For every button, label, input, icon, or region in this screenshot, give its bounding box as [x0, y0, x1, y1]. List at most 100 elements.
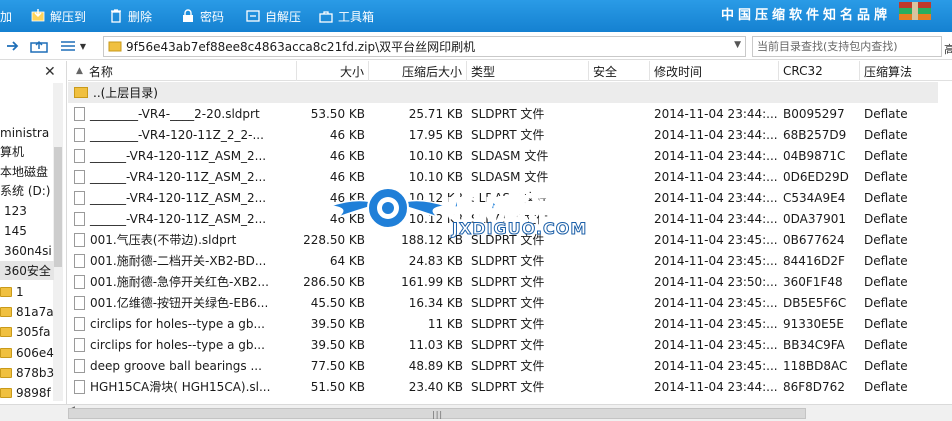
- tree-item-label: 81a7a: [16, 304, 54, 319]
- extract-to-icon: [31, 9, 45, 22]
- file-time-text: 2014-11-04 23:45:...: [654, 253, 778, 268]
- chevron-down-icon[interactable]: ▼: [734, 40, 741, 50]
- tree-item[interactable]: 145: [4, 221, 27, 240]
- column-header-label: 修改时间: [654, 64, 703, 79]
- tree-item-selected[interactable]: 360安全: [0, 261, 54, 280]
- column-header-security[interactable]: 安全: [589, 61, 650, 81]
- file-icon: [74, 274, 85, 289]
- extract-to-button[interactable]: 解压到: [30, 0, 86, 32]
- tree-item[interactable]: 本地磁盘: [0, 162, 48, 181]
- tree-item[interactable]: 360n4si: [4, 241, 52, 260]
- file-row[interactable]: 001.施耐德-二档开关-XB2-BD... 64 KB 24.83 KB SLDPR…: [68, 250, 938, 271]
- file-method-text: Deflate: [864, 379, 908, 394]
- file-name-text: ______-VR4-120-11Z_ASM_2...: [90, 169, 267, 184]
- add-button[interactable]: 加: [0, 0, 12, 32]
- file-cell-name: 001.施耐德-二档开关-XB2-BD...: [70, 250, 299, 271]
- up-folder-button[interactable]: [28, 37, 50, 55]
- file-method-text: Deflate: [864, 148, 908, 163]
- file-cell-type: SLDPRT 文件: [467, 103, 589, 124]
- view-mode-button[interactable]: ▼: [58, 37, 88, 55]
- file-type-text: SLDPRT 文件: [471, 380, 545, 394]
- search-input[interactable]: [752, 36, 942, 57]
- file-row[interactable]: circlips for holes--type a gb... 39.50 KB…: [68, 313, 938, 334]
- file-row[interactable]: ________-VR4-120-11Z_2_2-... 46 KB 17.95 K…: [68, 124, 938, 145]
- tree-item[interactable]: 1: [0, 282, 24, 301]
- file-cell-time: 2014-11-04 23:44:...: [650, 376, 779, 397]
- tree-item-label: 123: [4, 203, 27, 218]
- self-extract-button[interactable]: 自解压: [245, 0, 301, 32]
- file-method-text: Deflate: [864, 337, 908, 352]
- brand-slogan: 中国压缩软件知名品牌: [721, 7, 892, 23]
- file-name-text: ________-VR4-120-11Z_2_2-...: [90, 127, 264, 142]
- file-crc-text: B0095297: [783, 106, 845, 121]
- tree-item[interactable]: 878b3: [0, 363, 54, 382]
- file-row[interactable]: HGH15CA滑块( HGH15CA).sl... 51.50 KB 23.40 K…: [68, 376, 938, 397]
- tree-item-label: 1: [16, 284, 24, 299]
- path-field[interactable]: 9f56e43ab7ef88ee8c4863acca8c21fd.zip\双平台…: [103, 36, 746, 57]
- file-row[interactable]: 001.亿维德-按钮开关绿色-EB6... 45.50 KB 16.34 KB SLD…: [68, 292, 938, 313]
- file-cell-type: SLDPRT 文件: [467, 355, 589, 376]
- file-icon: [74, 316, 85, 331]
- file-cell-crc: C534A9E4: [779, 187, 860, 208]
- folder-icon: [0, 286, 12, 297]
- password-label: 密码: [200, 9, 225, 24]
- file-cell-type: SLDPRT 文件: [467, 334, 589, 355]
- column-header-crc32[interactable]: CRC32: [779, 61, 860, 81]
- file-name-text: 001.施耐德-二档开关-XB2-BD...: [90, 254, 267, 268]
- file-cell-crc: DB5E5F6C: [779, 292, 860, 313]
- tree-item[interactable]: 123: [4, 201, 27, 220]
- tree-item[interactable]: ministra: [0, 123, 49, 142]
- horizontal-scrollbar[interactable]: ◀ |||: [0, 404, 952, 421]
- tree-item[interactable]: 算机: [0, 142, 24, 161]
- file-type-text: SLDASM 文件: [471, 149, 549, 163]
- tree-scrollbar-thumb[interactable]: [54, 147, 62, 267]
- file-row[interactable]: circlips for holes--type a gb... 39.50 KB…: [68, 334, 938, 355]
- file-crc-text: BB34C9FA: [783, 337, 845, 352]
- close-icon[interactable]: ✕: [44, 64, 56, 80]
- file-row[interactable]: 001.施耐德-急停开关红色-XB2... 286.50 KB 161.99 KB S…: [68, 271, 938, 292]
- file-crc-text: DB5E5F6C: [783, 295, 847, 310]
- tree-item[interactable]: 9898f: [0, 383, 51, 402]
- advanced-search-button[interactable]: 高: [944, 41, 952, 57]
- folder-icon: [0, 347, 12, 358]
- parent-directory-row[interactable]: ..(上层目录): [68, 82, 938, 103]
- delete-button[interactable]: 删除: [108, 0, 152, 32]
- file-cell-crc: 68B257D9: [779, 124, 860, 145]
- file-method-text: Deflate: [864, 295, 908, 310]
- file-size-text: 45.50 KB: [310, 295, 365, 310]
- column-header-name[interactable]: ▲ 名称: [68, 61, 297, 81]
- file-row[interactable]: deep groove ball bearings ... 77.50 KB 48.…: [68, 355, 938, 376]
- file-icon: [74, 337, 85, 352]
- back-button[interactable]: [2, 37, 24, 55]
- tree-item[interactable]: 606e4: [0, 343, 54, 362]
- tree-item[interactable]: 305fa: [0, 322, 50, 341]
- column-header-type[interactable]: 类型: [467, 61, 589, 81]
- column-header-packed[interactable]: 压缩后大小: [369, 61, 467, 81]
- file-icon: [74, 148, 85, 163]
- file-row[interactable]: ________-VR4-____2-20.sldprt 53.50 KB 25.7…: [68, 103, 938, 124]
- delete-label: 删除: [128, 9, 153, 24]
- file-cell-crc: 04B9871C: [779, 145, 860, 166]
- tree-item[interactable]: 81a7a: [0, 302, 54, 321]
- password-button[interactable]: 密码: [180, 0, 224, 32]
- tree-item[interactable]: 系统 (D:): [0, 181, 50, 200]
- watermark-subtitle: JXDIGUO.COM: [451, 219, 588, 239]
- file-crc-text: 68B257D9: [783, 127, 847, 142]
- file-icon: [74, 253, 85, 268]
- toolbox-button[interactable]: 工具箱: [318, 0, 374, 32]
- file-cell-size: 64 KB: [297, 250, 369, 271]
- file-time-text: 2014-11-04 23:44:...: [654, 190, 778, 205]
- file-cell-size: 286.50 KB: [297, 271, 369, 292]
- column-header-modified[interactable]: 修改时间: [650, 61, 779, 81]
- toolbox-icon: [319, 11, 333, 23]
- add-label: 加: [0, 9, 13, 24]
- file-crc-text: 360F1F48: [783, 274, 843, 289]
- column-header-method[interactable]: 压缩算法: [860, 61, 952, 81]
- column-header-size[interactable]: 大小: [297, 61, 369, 81]
- file-packed-text: 161.99 KB: [401, 274, 463, 289]
- file-row[interactable]: ______-VR4-120-11Z_ASM_2... 46 KB 10.10 KB…: [68, 145, 938, 166]
- file-name-text: 001.气压表(不带边).sldprt: [90, 233, 237, 247]
- file-type-text: SLDPRT 文件: [471, 317, 545, 331]
- file-time-text: 2014-11-04 23:44:...: [654, 148, 778, 163]
- file-cell-method: Deflate: [860, 376, 940, 397]
